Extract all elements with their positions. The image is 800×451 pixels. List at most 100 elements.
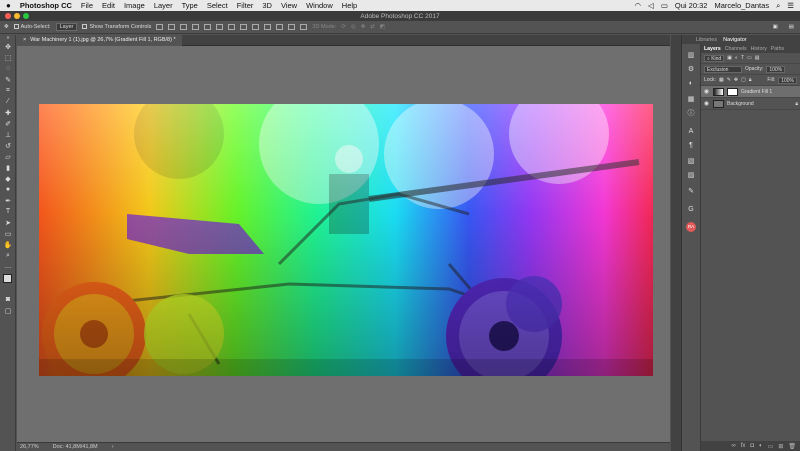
screen-mode-icon[interactable]: ▢ (0, 305, 16, 316)
auto-select-dropdown[interactable]: Layer (55, 23, 78, 31)
lock-position-icon[interactable]: ✥ (734, 77, 738, 83)
show-transform-checkbox[interactable] (82, 24, 88, 30)
menu-filter[interactable]: Filter (237, 1, 254, 10)
eraser-tool-button[interactable]: ▱ (0, 151, 16, 162)
blend-mode-dropdown[interactable]: Exclusion (704, 65, 742, 73)
info-icon[interactable]: ⓘ (684, 107, 698, 119)
tab-paths[interactable]: Paths (771, 46, 784, 52)
tab-history[interactable]: History (751, 46, 767, 52)
delete-layer-icon[interactable]: 🗑︎ (788, 443, 796, 450)
new-group-icon[interactable]: ▭ (768, 443, 774, 450)
new-fill-layer-icon[interactable]: ◐ (759, 443, 763, 449)
visibility-eye-icon[interactable]: ◉ (703, 88, 710, 95)
adjustments-icon[interactable]: ◐ (684, 77, 698, 89)
blur-tool-button[interactable]: ◆ (0, 173, 16, 184)
search-icon[interactable]: ⌕ (776, 1, 780, 11)
align-top-icon[interactable] (156, 24, 164, 30)
user-name[interactable]: Marcelo_Dantas (714, 1, 769, 10)
fill-field[interactable]: 100% (778, 76, 797, 84)
link-layers-icon[interactable]: ∞ (731, 443, 735, 449)
lock-paint-icon[interactable]: ✎ (727, 77, 731, 83)
type-tool-button[interactable]: T (0, 206, 16, 217)
histogram-icon[interactable]: ▦ (684, 93, 698, 105)
canvas-area[interactable] (17, 46, 670, 442)
align-left-icon[interactable] (192, 24, 200, 30)
filter-smart-icon[interactable]: ▤ (755, 55, 760, 61)
move-tool-icon[interactable]: ✥ (4, 24, 9, 30)
menu-view[interactable]: View (281, 1, 297, 10)
opacity-field[interactable]: 100% (766, 65, 786, 73)
filter-pixel-icon[interactable]: ▣ (727, 55, 732, 61)
hand-tool-button[interactable]: ✋ (0, 239, 16, 250)
tab-navigator[interactable]: Navigator (723, 37, 747, 43)
filter-shape-icon[interactable]: ▭ (747, 55, 752, 61)
character-icon[interactable]: A (684, 125, 698, 137)
lock-pixels-icon[interactable]: ▦ (719, 77, 724, 83)
gradient-tool-button[interactable]: ▮ (0, 162, 16, 173)
layer-name[interactable]: Gradient Fill 1 (741, 89, 772, 95)
distribute-middle-icon[interactable] (240, 24, 248, 30)
shape-tool-button[interactable]: ▭ (0, 228, 16, 239)
eyedropper-tool-button[interactable]: ⁄ (0, 96, 16, 107)
dodge-tool-button[interactable]: ● (0, 184, 16, 195)
tab-libraries[interactable]: Libraries (696, 37, 717, 43)
3d-slide-icon[interactable]: ⇄ (370, 24, 375, 30)
status-arrow-icon[interactable]: › (112, 444, 114, 450)
distribute-center-icon[interactable] (276, 24, 284, 30)
zoom-level[interactable]: 26,77% (20, 444, 39, 450)
distribute-left-icon[interactable] (264, 24, 272, 30)
add-mask-icon[interactable]: ◘ (750, 443, 754, 449)
battery-icon[interactable]: ▭ (661, 1, 668, 10)
3d-rotate-icon[interactable]: ⟳ (341, 24, 346, 30)
lock-artboard-icon[interactable]: ▢ (741, 77, 746, 83)
libraries-icon[interactable]: ▥ (684, 49, 698, 61)
color-swatches[interactable] (0, 272, 15, 294)
google-icon[interactable]: G (684, 203, 698, 215)
zoom-button[interactable] (23, 13, 29, 19)
3d-roll-icon[interactable]: ◎ (351, 24, 356, 30)
auto-align-icon[interactable] (300, 24, 308, 30)
wifi-icon[interactable]: ◠ (635, 1, 642, 10)
properties-icon[interactable]: ⚙ (684, 63, 698, 75)
menu-3d[interactable]: 3D (262, 1, 272, 10)
move-tool-button[interactable]: ✥ (0, 41, 16, 52)
layer-background[interactable]: ◉ Background 🔒︎ (701, 98, 800, 110)
menu-help[interactable]: Help (342, 1, 357, 10)
app-menu[interactable]: Photoshop CC (20, 1, 72, 10)
workspace-icon[interactable]: ▤ (789, 24, 794, 30)
auto-select-checkbox[interactable] (13, 24, 19, 30)
healing-tool-button[interactable]: ✚ (0, 107, 16, 118)
marquee-tool-button[interactable]: ⬚ (0, 52, 16, 63)
menu-type[interactable]: Type (182, 1, 198, 10)
align-right-icon[interactable] (216, 24, 224, 30)
doc-size[interactable]: Doc: 41,8M/41,8M (53, 444, 98, 450)
visibility-eye-icon[interactable]: ◉ (703, 100, 710, 107)
filter-type-icon[interactable]: T (741, 55, 744, 61)
distribute-bottom-icon[interactable] (252, 24, 260, 30)
swatches-icon[interactable]: ▧ (684, 155, 698, 167)
foreground-color-swatch[interactable] (3, 274, 12, 283)
layer-name[interactable]: Background (727, 101, 754, 107)
tab-channels[interactable]: Channels (725, 46, 747, 52)
document-image[interactable] (39, 104, 653, 376)
menu-window[interactable]: Window (306, 1, 333, 10)
quick-mask-icon[interactable]: ◙ (0, 294, 16, 305)
quick-select-tool-button[interactable]: ✎ (0, 74, 16, 85)
crop-tool-button[interactable]: ⌗ (0, 85, 16, 96)
tab-layers[interactable]: Layers (704, 46, 721, 52)
apple-icon[interactable]: ● (6, 1, 11, 10)
distribute-top-icon[interactable] (228, 24, 236, 30)
minimize-button[interactable] (14, 13, 20, 19)
menu-select[interactable]: Select (207, 1, 228, 10)
clone-stamp-tool-button[interactable]: ⊥ (0, 129, 16, 140)
volume-icon[interactable]: ◁ (648, 1, 654, 10)
brush-tool-button[interactable]: ✐ (0, 118, 16, 129)
align-bottom-icon[interactable] (180, 24, 188, 30)
close-tab-icon[interactable]: × (23, 37, 26, 43)
list-icon[interactable]: ☰ (787, 1, 794, 10)
paragraph-icon[interactable]: ¶ (684, 139, 698, 151)
3d-scale-icon[interactable]: ◩ (380, 24, 385, 30)
clock[interactable]: Qui 20:32 (675, 1, 708, 10)
lock-all-icon[interactable]: 🔒︎ (749, 77, 752, 83)
close-button[interactable] (5, 13, 11, 19)
